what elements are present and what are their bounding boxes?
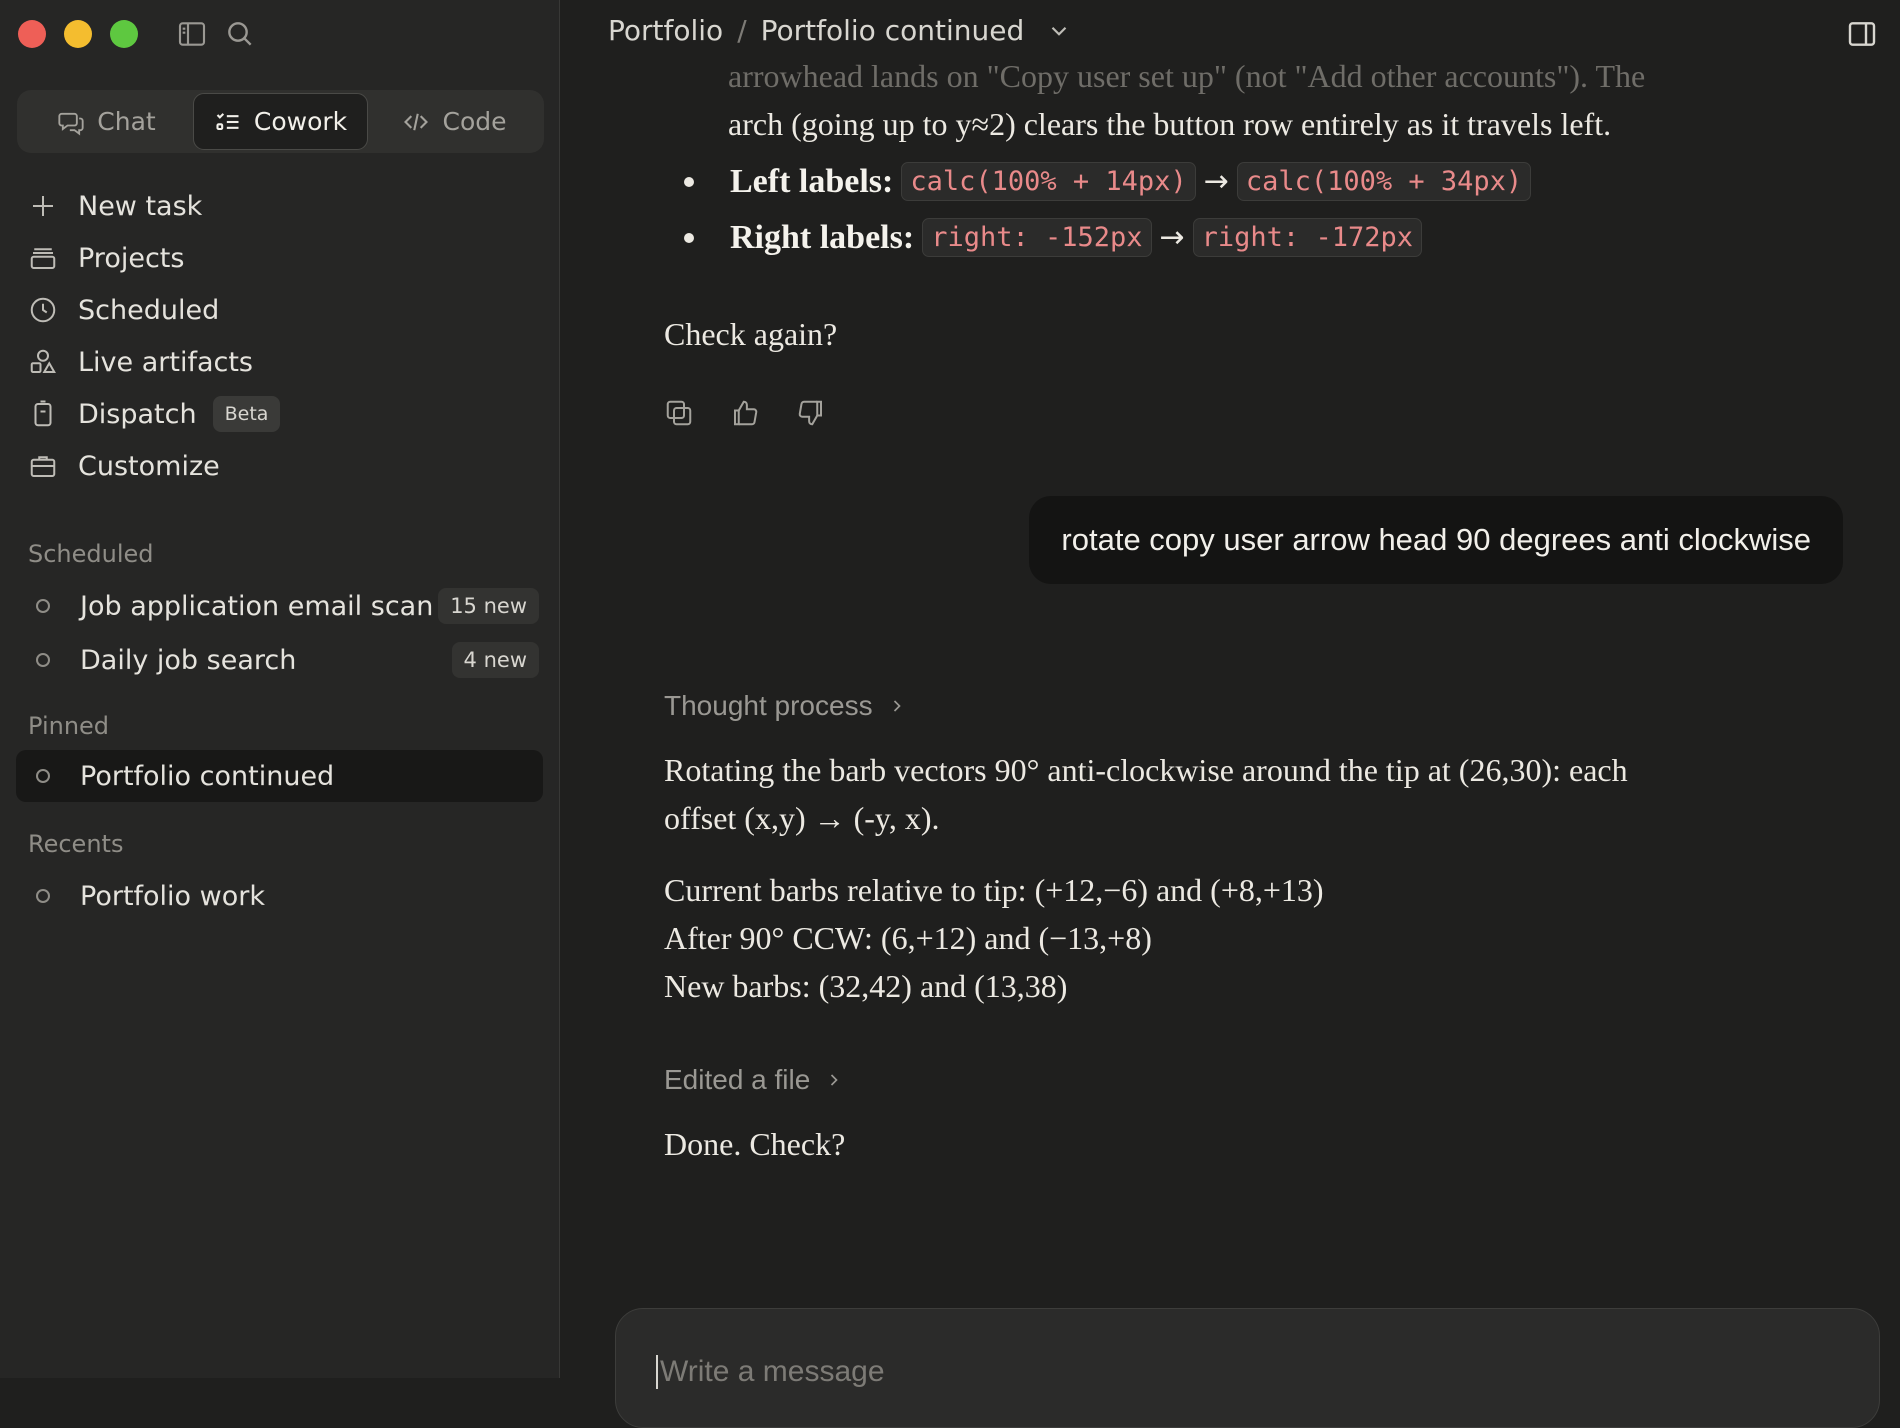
code-icon — [402, 108, 430, 136]
right-arrow: → — [1203, 164, 1229, 199]
tab-code[interactable]: Code — [368, 93, 541, 150]
window-controls — [18, 20, 138, 48]
clock-icon — [28, 295, 58, 325]
list-item-left-labels: Left labels: calc(100% + 14px) → calc(10… — [684, 162, 1532, 201]
assistant-text-line: Current barbs relative to tip: (+12,−6) … — [664, 872, 1324, 908]
thought-process-toggle[interactable]: Thought process — [664, 690, 907, 722]
zoom-window-button[interactable] — [110, 20, 138, 48]
chat-bubbles-icon — [57, 108, 85, 136]
beta-badge: Beta — [212, 396, 281, 432]
section-title-recents: Recents — [28, 830, 124, 858]
count-badge: 4 new — [451, 642, 539, 678]
bullet-icon — [684, 232, 694, 243]
left-labels-heading: Left labels: — [730, 162, 894, 200]
sidebar-item-live-artifacts[interactable]: Live artifacts — [28, 336, 543, 388]
thought-process-label: Thought process — [664, 690, 873, 721]
list-item-label: Portfolio continued — [80, 760, 335, 792]
section-title-scheduled: Scheduled — [28, 540, 154, 568]
scrolled-text-line: arrowhead lands on "Copy user set up" (n… — [728, 58, 1646, 94]
sidebar-item-scheduled[interactable]: Scheduled — [28, 284, 543, 336]
sidebar-item-customize[interactable]: Customize — [28, 440, 543, 492]
main-panel: Portfolio / Portfolio continued arrowhea… — [560, 0, 1900, 1428]
scheduled-item-email-scan[interactable]: Job application email scan 15 new — [16, 580, 543, 632]
sidebar-item-dispatch[interactable]: Dispatch Beta — [28, 388, 543, 440]
checklist-icon — [214, 108, 242, 136]
user-message: rotate copy user arrow head 90 degrees a… — [1029, 496, 1843, 584]
sidebar-item-new-task[interactable]: New task — [28, 180, 543, 232]
chevron-down-icon[interactable] — [1038, 18, 1072, 44]
chevron-right-icon — [824, 1070, 844, 1090]
breadcrumb: Portfolio / Portfolio continued — [608, 14, 1072, 47]
thumbs-up-icon[interactable] — [730, 398, 760, 428]
status-dot-icon — [36, 769, 50, 783]
sidebar-item-projects[interactable]: Projects — [28, 232, 543, 284]
sidebar-icon[interactable] — [176, 18, 208, 50]
count-badge: 15 new — [438, 588, 539, 624]
recent-item-portfolio-work[interactable]: Portfolio work — [16, 870, 543, 922]
sidebar-item-label: Scheduled — [78, 294, 220, 326]
sidebar-item-label: Dispatch — [78, 398, 197, 430]
sidebar-item-label: Customize — [78, 450, 220, 482]
scheduled-item-daily-job-search[interactable]: Daily job search 4 new — [16, 634, 543, 686]
sidebar: Chat Cowork Code New task Projects Sched… — [0, 0, 560, 1378]
sidebar-item-label: Projects — [78, 242, 185, 274]
inline-code: calc(100% + 34px) — [1236, 162, 1532, 201]
assistant-text-line: After 90° CCW: (6,+12) and (−13,+8) — [664, 920, 1152, 956]
panel-toggle-icon[interactable] — [1846, 18, 1878, 50]
assistant-text-line: offset (x,y) → (-y, x). — [664, 800, 940, 836]
message-composer[interactable]: Write a message — [615, 1308, 1880, 1428]
breadcrumb-separator: / — [737, 14, 747, 47]
search-icon[interactable] — [224, 18, 256, 50]
section-title-pinned: Pinned — [28, 712, 110, 740]
tab-cowork-label: Cowork — [253, 107, 348, 136]
assistant-text-line: Rotating the barb vectors 90° anti-clock… — [664, 752, 1628, 788]
right-labels-heading: Right labels: — [730, 218, 915, 256]
edited-file-toggle[interactable]: Edited a file — [664, 1064, 844, 1096]
right-arrow: → — [1159, 220, 1185, 255]
breadcrumb-conversation[interactable]: Portfolio continued — [761, 14, 1025, 47]
mode-switch: Chat Cowork Code — [17, 90, 544, 153]
inline-code: right: -172px — [1192, 218, 1422, 257]
close-window-button[interactable] — [18, 20, 46, 48]
list-item-label: Portfolio work — [80, 880, 265, 912]
assistant-text-line: arch (going up to y≈2) clears the button… — [728, 106, 1612, 142]
shapes-icon — [28, 347, 58, 377]
pinned-item-portfolio-continued[interactable]: Portfolio continued — [16, 750, 543, 802]
thumbs-down-icon[interactable] — [796, 398, 826, 428]
edited-file-label: Edited a file — [664, 1064, 811, 1095]
sidebar-item-label: New task — [78, 190, 203, 222]
list-item-label: Job application email scan — [80, 590, 434, 622]
assistant-text-line: New barbs: (32,42) and (13,38) — [664, 968, 1068, 1004]
bullet-icon — [684, 176, 694, 187]
status-dot-icon — [36, 889, 50, 903]
briefcase-icon — [28, 451, 58, 481]
inline-code: calc(100% + 14px) — [901, 162, 1196, 201]
tab-cowork[interactable]: Cowork — [193, 93, 368, 150]
copy-icon[interactable] — [664, 398, 694, 428]
minimize-window-button[interactable] — [64, 20, 92, 48]
sidebar-nav: New task Projects Scheduled Live artifac… — [28, 180, 543, 492]
tab-chat[interactable]: Chat — [20, 93, 193, 150]
list-item-right-labels: Right labels: right: -152px → right: -17… — [684, 218, 1422, 257]
inline-code: right: -152px — [922, 218, 1152, 257]
assistant-text-line: Check again? — [664, 316, 838, 352]
chevron-right-icon — [887, 696, 907, 716]
status-dot-icon — [36, 599, 50, 613]
folder-stack-icon — [28, 243, 58, 273]
tab-code-label: Code — [442, 107, 507, 136]
message-input[interactable]: Write a message — [656, 1355, 885, 1389]
plus-icon — [28, 191, 58, 221]
device-icon — [28, 399, 58, 429]
list-item-label: Daily job search — [80, 644, 297, 676]
sidebar-item-label: Live artifacts — [78, 346, 253, 378]
assistant-text-line: Done. Check? — [664, 1126, 846, 1162]
message-actions — [664, 398, 826, 428]
breadcrumb-project[interactable]: Portfolio — [608, 14, 723, 47]
tab-chat-label: Chat — [97, 107, 156, 136]
status-dot-icon — [36, 653, 50, 667]
